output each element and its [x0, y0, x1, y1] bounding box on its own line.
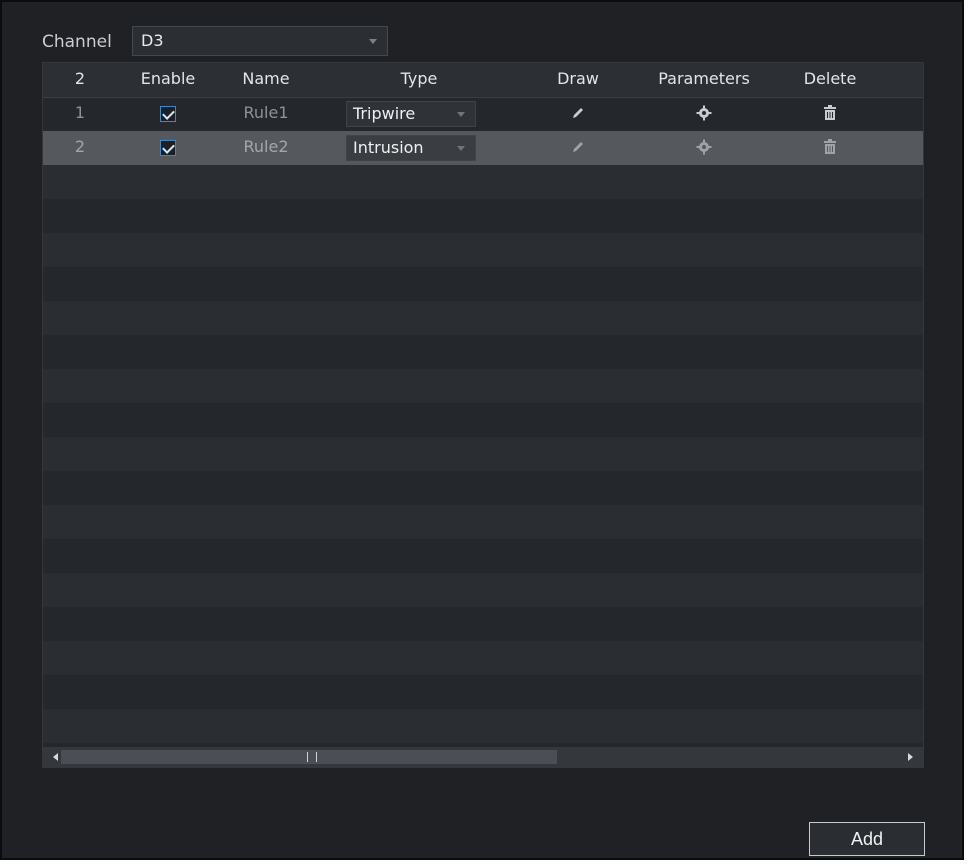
type-select[interactable]: Tripwire — [346, 101, 476, 127]
empty-row — [43, 539, 923, 573]
channel-value: D3 — [141, 31, 164, 50]
empty-row — [43, 301, 923, 335]
table-header: 2 Enable Name Type Draw Parameters Delet… — [43, 63, 923, 98]
chevron-down-icon — [457, 146, 465, 151]
empty-row — [43, 505, 923, 539]
chevron-down-icon — [457, 112, 465, 117]
empty-row — [43, 165, 923, 199]
rule-config-panel: Channel D3 2 Enable Name Type Draw Param… — [0, 0, 964, 860]
column-header-name: Name — [242, 69, 290, 88]
channel-select[interactable]: D3 — [132, 26, 388, 56]
channel-label: Channel — [42, 32, 112, 52]
chevron-down-icon — [369, 39, 377, 44]
table-row[interactable]: 1 Rule1 Tripwire — [43, 97, 923, 131]
enable-checkbox[interactable] — [160, 140, 176, 156]
empty-row — [43, 709, 923, 743]
gear-icon[interactable] — [696, 139, 712, 159]
gear-icon[interactable] — [696, 105, 712, 125]
enable-checkbox[interactable] — [160, 106, 176, 122]
empty-row — [43, 607, 923, 641]
rules-table: 2 Enable Name Type Draw Parameters Delet… — [42, 62, 924, 768]
column-header-parameters: Parameters — [658, 69, 750, 88]
empty-row — [43, 369, 923, 403]
empty-row — [43, 403, 923, 437]
column-header-type: Type — [400, 69, 438, 88]
empty-row — [43, 573, 923, 607]
pencil-icon[interactable] — [571, 105, 585, 124]
scrollbar-thumb[interactable] — [61, 750, 557, 764]
empty-row — [43, 675, 923, 709]
horizontal-scrollbar[interactable] — [43, 747, 923, 767]
row-index: 1 — [74, 103, 86, 122]
empty-row — [43, 267, 923, 301]
empty-row — [43, 335, 923, 369]
empty-row — [43, 437, 923, 471]
scroll-left-arrow-icon[interactable] — [53, 753, 58, 761]
column-header-delete: Delete — [803, 69, 857, 88]
type-value: Tripwire — [353, 104, 416, 123]
trash-icon[interactable] — [823, 105, 837, 125]
empty-row — [43, 233, 923, 267]
scroll-right-arrow-icon[interactable] — [908, 753, 913, 761]
pencil-icon[interactable] — [571, 139, 585, 158]
type-select[interactable]: Intrusion — [346, 135, 476, 161]
trash-icon[interactable] — [823, 139, 837, 159]
row-index: 2 — [74, 137, 86, 156]
empty-row — [43, 641, 923, 675]
rule-name: Rule2 — [243, 137, 289, 156]
column-header-draw: Draw — [557, 69, 599, 88]
rule-name: Rule1 — [243, 103, 289, 122]
table-row[interactable]: 2 Rule2 Intrusion — [43, 131, 923, 165]
add-button[interactable]: Add — [809, 822, 925, 856]
empty-row — [43, 199, 923, 233]
empty-row — [43, 471, 923, 505]
type-value: Intrusion — [353, 138, 424, 157]
column-header-enable: Enable — [140, 69, 196, 88]
column-header-count: 2 — [74, 69, 86, 88]
grip-icon — [307, 752, 317, 762]
